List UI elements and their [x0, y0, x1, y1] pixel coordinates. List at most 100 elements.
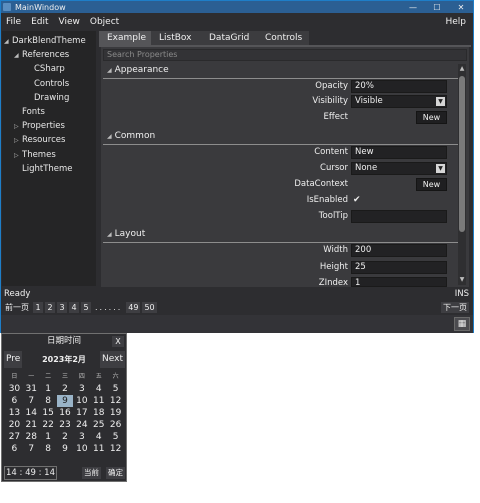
calendar-day[interactable]: 1: [40, 431, 57, 443]
calendar-day[interactable]: 2: [57, 383, 74, 395]
calendar-day[interactable]: 25: [90, 419, 107, 431]
next-month-button[interactable]: Next: [100, 351, 125, 368]
property-grid-scrollbar[interactable]: ▲ ▼: [458, 64, 466, 285]
tree-item[interactable]: Fonts: [14, 105, 45, 119]
opacity-field[interactable]: 20%: [351, 80, 447, 93]
calendar-day[interactable]: 16: [57, 407, 74, 419]
expand-arrow-icon[interactable]: ▷: [14, 120, 22, 134]
category-layout[interactable]: ◢ Layout: [103, 227, 458, 242]
tab-listbox[interactable]: ListBox: [151, 31, 203, 46]
tree-item[interactable]: CSharp: [26, 62, 65, 76]
effect-new-button[interactable]: New: [416, 111, 447, 124]
calendar-day[interactable]: 9: [56, 395, 74, 407]
calendar-day[interactable]: 3: [73, 383, 90, 395]
tab-controls[interactable]: Controls: [257, 31, 309, 46]
calendar-day[interactable]: 2: [57, 431, 74, 443]
tree-item[interactable]: ◢ References: [14, 48, 69, 62]
pager-page[interactable]: 49: [126, 302, 141, 313]
calendar-day[interactable]: 23: [57, 419, 74, 431]
calendar-day[interactable]: 13: [6, 407, 23, 419]
datacontext-new-button[interactable]: New: [416, 178, 447, 191]
zindex-field[interactable]: 1: [351, 277, 447, 288]
category-appearance[interactable]: ◢ Appearance: [103, 63, 458, 78]
menu-object[interactable]: Object: [85, 17, 124, 27]
chevron-down-icon[interactable]: ▼: [436, 97, 445, 106]
menu-help[interactable]: Help: [440, 17, 471, 27]
tab-example[interactable]: Example: [99, 31, 153, 46]
calendar-day[interactable]: 31: [23, 383, 40, 395]
pager-page[interactable]: 5: [81, 302, 91, 313]
category-common[interactable]: ◢ Common: [103, 129, 458, 144]
expand-arrow-icon[interactable]: ◢: [4, 35, 12, 49]
calendar-day[interactable]: 5: [107, 431, 124, 443]
calendar-day[interactable]: 5: [107, 383, 124, 395]
close-button[interactable]: ✕: [449, 1, 473, 13]
calendar-day[interactable]: 10: [73, 395, 90, 407]
calendar-day[interactable]: 1: [40, 383, 57, 395]
pager-next-button[interactable]: 下一页: [441, 302, 469, 313]
tab-datagrid[interactable]: DataGrid: [201, 31, 257, 46]
scroll-thumb[interactable]: [459, 76, 465, 232]
calendar-day[interactable]: 4: [90, 383, 107, 395]
calendar-day[interactable]: 28: [23, 431, 40, 443]
pager-page[interactable]: 1: [33, 302, 43, 313]
calendar-day[interactable]: 14: [23, 407, 40, 419]
calendar-day[interactable]: 20: [6, 419, 23, 431]
tree-item[interactable]: LightTheme: [14, 162, 73, 176]
expand-arrow-icon[interactable]: ▷: [14, 149, 22, 163]
menu-view[interactable]: View: [54, 17, 85, 27]
height-field[interactable]: 25: [351, 261, 447, 274]
width-field[interactable]: 200: [351, 244, 447, 257]
tooltip-field[interactable]: [351, 210, 447, 223]
calendar-day[interactable]: 15: [40, 407, 57, 419]
calendar-day[interactable]: 3: [73, 431, 90, 443]
tree-item[interactable]: ▷ Themes: [14, 148, 56, 162]
calendar-day[interactable]: 6: [6, 395, 23, 407]
calendar-day[interactable]: 7: [23, 395, 40, 407]
calendar-day[interactable]: 27: [6, 431, 23, 443]
chevron-down-icon[interactable]: ▼: [436, 164, 445, 173]
search-properties-input[interactable]: Search Properties: [103, 49, 467, 61]
calendar-day[interactable]: 26: [107, 419, 124, 431]
calendar-day[interactable]: 8: [40, 395, 57, 407]
calendar-day[interactable]: 10: [73, 443, 90, 455]
expand-arrow-icon[interactable]: ▷: [14, 134, 22, 148]
pager-page[interactable]: 3: [57, 302, 67, 313]
calendar-day[interactable]: 21: [23, 419, 40, 431]
visibility-select[interactable]: Visible ▼: [351, 95, 447, 108]
maximize-button[interactable]: ☐: [425, 1, 449, 13]
calendar-day[interactable]: 30: [6, 383, 23, 395]
calendar-day[interactable]: 8: [40, 443, 57, 455]
calendar-day[interactable]: 11: [90, 395, 107, 407]
pager-page[interactable]: 4: [69, 302, 79, 313]
calendar-day[interactable]: 19: [107, 407, 124, 419]
minimize-button[interactable]: —: [401, 1, 425, 13]
pager-prev-button[interactable]: 前一页: [3, 302, 31, 313]
content-field[interactable]: New: [351, 146, 447, 159]
expand-arrow-icon[interactable]: ◢: [14, 49, 22, 63]
calendar-day[interactable]: 7: [23, 443, 40, 455]
tree-item[interactable]: ▷ Properties: [14, 119, 65, 133]
pager-page[interactable]: 50: [142, 302, 157, 313]
tree-item[interactable]: Drawing: [26, 91, 69, 105]
calendar-day[interactable]: 9: [57, 443, 74, 455]
menu-file[interactable]: File: [1, 17, 26, 27]
datetime-picker-close-button[interactable]: X: [112, 336, 124, 347]
calendar-day[interactable]: 11: [90, 443, 107, 455]
pager-page[interactable]: 2: [45, 302, 55, 313]
calendar-day[interactable]: 22: [40, 419, 57, 431]
cursor-select[interactable]: None ▼: [351, 162, 447, 175]
calendar-icon[interactable]: ▦: [454, 317, 470, 331]
calendar-day[interactable]: 6: [6, 443, 23, 455]
calendar-day[interactable]: 24: [73, 419, 90, 431]
ok-button[interactable]: 确定: [106, 467, 125, 479]
tree-item[interactable]: ▷ Resources: [14, 133, 65, 147]
calendar-day[interactable]: 12: [107, 443, 124, 455]
calendar-day[interactable]: 18: [90, 407, 107, 419]
calendar-day[interactable]: 4: [90, 431, 107, 443]
calendar-day[interactable]: 17: [73, 407, 90, 419]
menu-edit[interactable]: Edit: [26, 17, 53, 27]
scroll-down-icon[interactable]: ▼: [458, 276, 466, 284]
tree-item[interactable]: ◢ DarkBlendTheme: [4, 34, 86, 48]
tree-item[interactable]: Controls: [26, 77, 69, 91]
